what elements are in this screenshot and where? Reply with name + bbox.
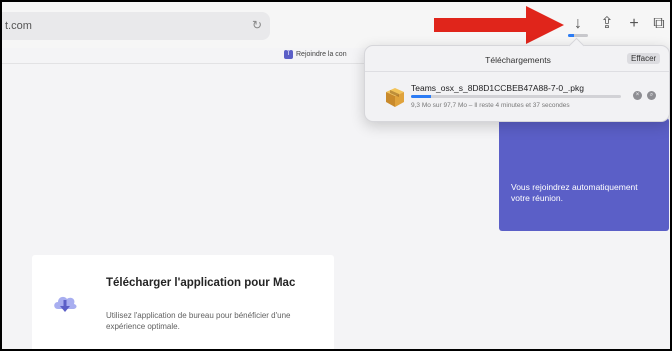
downloads-progress-fill <box>568 34 574 37</box>
stop-download-icon[interactable]: × <box>633 91 642 100</box>
browser-window: t.com ↻ ↓ ⇪ + ⧉ T Rejoindre la con Vous … <box>2 2 670 349</box>
download-app-card[interactable]: Télécharger l'application pour Mac Utili… <box>32 255 334 349</box>
downloads-popover: Téléchargements Effacer Teams_osx_s_8D8D… <box>364 37 670 122</box>
teams-icon: T <box>284 50 293 59</box>
downloads-icon[interactable]: ↓ <box>569 14 587 34</box>
reveal-in-finder-icon[interactable]: ⌕ <box>647 91 656 100</box>
package-icon <box>386 88 404 107</box>
share-icon[interactable]: ⇪ <box>598 14 616 34</box>
tab-overview-icon[interactable]: ⧉ <box>650 14 668 34</box>
join-tooltip: Vous rejoindrez automatiquement votre ré… <box>499 118 669 231</box>
reload-icon[interactable]: ↻ <box>252 18 262 32</box>
annotation-arrow-icon <box>434 6 564 44</box>
join-tooltip-text: Vous rejoindrez automatiquement votre ré… <box>511 182 638 203</box>
cloud-download-icon <box>54 296 77 312</box>
popover-title: Téléchargements <box>485 55 551 65</box>
download-progress-fill <box>411 95 431 98</box>
download-card-title: Télécharger l'application pour Mac <box>106 277 296 289</box>
address-bar[interactable]: t.com ↻ <box>2 12 270 40</box>
download-card-description: Utilisez l'application de bureau pour bé… <box>106 311 291 331</box>
clear-button[interactable]: Effacer <box>627 53 661 64</box>
download-progress-bar <box>411 95 621 98</box>
download-status: 9,3 Mo sur 97,7 Mo – Il reste 4 minutes … <box>411 102 570 109</box>
address-text[interactable]: t.com <box>5 20 32 32</box>
popover-divider <box>365 71 669 72</box>
download-file-name[interactable]: Teams_osx_s_8D8D1CCBEB47A88-7-0_.pkg <box>411 83 584 93</box>
browser-toolbar: t.com ↻ ↓ ⇪ + ⧉ <box>2 2 670 48</box>
bookmark-item[interactable]: T Rejoindre la con <box>284 50 347 59</box>
new-tab-icon[interactable]: + <box>625 14 643 34</box>
bookmark-label: Rejoindre la con <box>296 51 347 58</box>
downloads-progress-bar <box>568 34 588 37</box>
